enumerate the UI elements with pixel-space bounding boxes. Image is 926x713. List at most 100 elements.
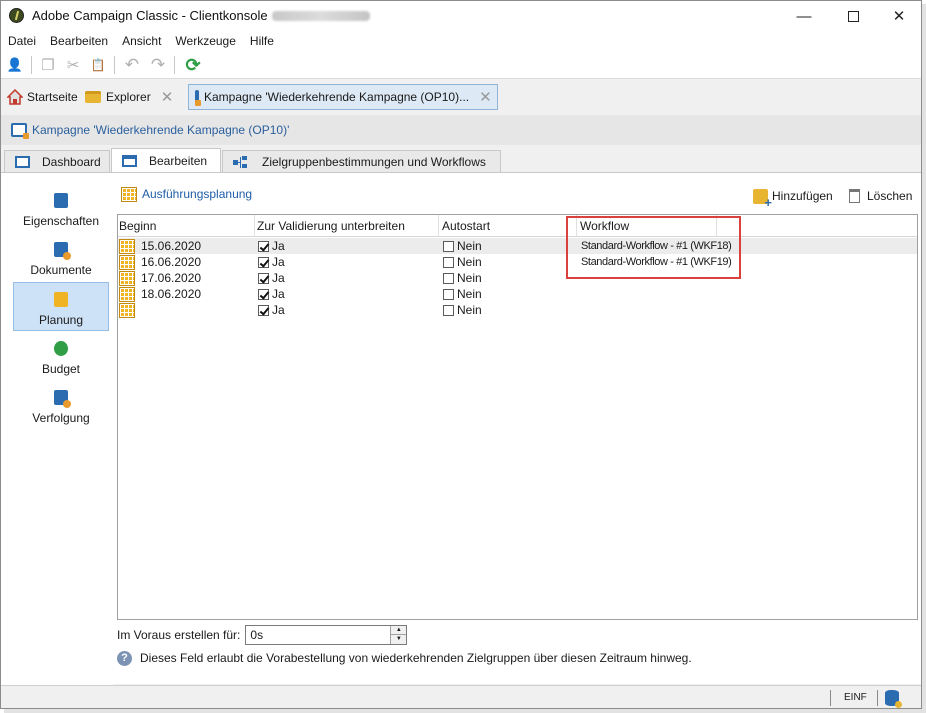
- workflow-highlight-box: [566, 216, 741, 279]
- redo-icon[interactable]: ↷: [148, 55, 168, 75]
- cut-icon[interactable]: ✂: [63, 55, 83, 75]
- help-hint: ? Dieses Feld erlaubt die Vorabestellung…: [117, 649, 692, 667]
- menu-bar: Datei Bearbeiten Ansicht Werkzeuge Hilfe: [1, 31, 921, 51]
- tab-explorer[interactable]: Explorer ✕: [85, 84, 173, 110]
- autostart-cell: Nein: [443, 239, 482, 253]
- start-cell: 17.06.2020: [119, 270, 201, 286]
- workflow-tree-icon: [233, 155, 248, 168]
- tab-targeting-workflows[interactable]: Zielgruppenbestimmungen und Workflows: [222, 150, 501, 172]
- new-user-icon[interactable]: 👤: [5, 55, 25, 75]
- column-divider: [254, 215, 255, 237]
- column-header-validation[interactable]: Zur Validierung unterbreiten: [257, 219, 405, 233]
- calendar-icon: [119, 270, 135, 286]
- tab-edit[interactable]: Bearbeiten: [111, 148, 221, 172]
- undo-icon[interactable]: ↶: [122, 55, 142, 75]
- title-bar: Adobe Campaign Classic - Clientkonsole —…: [1, 1, 921, 31]
- autostart-cell: Nein: [443, 271, 482, 285]
- window-shadow: [4, 709, 926, 713]
- panel-header: Ausführungsplanung: [121, 183, 252, 205]
- column-header-start[interactable]: Beginn: [119, 219, 156, 233]
- close-tab-icon[interactable]: ✕: [161, 88, 174, 106]
- autostart-value: Nein: [457, 287, 482, 301]
- paste-icon[interactable]: 📋: [88, 55, 108, 75]
- minimize-button[interactable]: —: [781, 1, 827, 31]
- delete-button[interactable]: Löschen: [849, 187, 912, 205]
- calendar-icon: [119, 286, 135, 302]
- nav-planning[interactable]: Planung: [13, 282, 109, 331]
- spin-up-icon[interactable]: ▲: [391, 626, 407, 635]
- advance-creation-row: Im Voraus erstellen für: 0s ▲ ▼: [117, 625, 408, 645]
- validation-checkbox[interactable]: [258, 272, 269, 284]
- start-cell: 15.06.2020: [119, 238, 201, 254]
- calendar-icon: [119, 302, 135, 318]
- menu-edit[interactable]: Bearbeiten: [50, 31, 108, 51]
- subtabs: Dashboard Bearbeiten Zielgruppenbestimmu…: [1, 148, 921, 172]
- menu-tools[interactable]: Werkzeuge: [175, 31, 235, 51]
- menu-help[interactable]: Hilfe: [250, 31, 274, 51]
- table-row[interactable]: 15.06.2020 Ja Nein Standard-Workflow - #…: [118, 238, 917, 254]
- trash-icon: [849, 189, 860, 203]
- spin-down-icon[interactable]: ▼: [391, 635, 407, 644]
- tab-campaign-label: Kampagne 'Wiederkehrende Kampagne (OP10)…: [204, 90, 470, 104]
- window-title: Adobe Campaign Classic - Clientkonsole: [32, 8, 370, 23]
- nav-properties[interactable]: Eigenschaften: [13, 185, 109, 231]
- start-date: 16.06.2020: [141, 255, 202, 269]
- advance-duration-input[interactable]: 0s ▲ ▼: [245, 625, 408, 645]
- nav-documents[interactable]: Dokumente: [13, 234, 109, 280]
- autostart-checkbox[interactable]: [443, 272, 454, 284]
- content-area: Eigenschaften Dokumente Planung Budget V…: [1, 172, 921, 685]
- copy-icon[interactable]: ❐: [38, 55, 58, 75]
- maximize-button[interactable]: [830, 1, 876, 31]
- autostart-value: Nein: [457, 255, 482, 269]
- redacted-user-info: [271, 11, 370, 21]
- question-icon: ?: [117, 650, 132, 666]
- autostart-value: Nein: [457, 271, 482, 285]
- autostart-checkbox[interactable]: [443, 240, 454, 252]
- status-bar: EINF: [1, 685, 921, 708]
- breadcrumb-label: Kampagne 'Wiederkehrende Kampagne (OP10)…: [32, 123, 290, 137]
- tab-targeting-label: Zielgruppenbestimmungen und Workflows: [262, 154, 486, 169]
- nav-tracking[interactable]: Verfolgung: [13, 382, 109, 428]
- nav-budget[interactable]: Budget: [13, 333, 109, 379]
- autostart-checkbox[interactable]: [443, 288, 454, 300]
- start-cell: 18.06.2020: [119, 286, 201, 302]
- adobe-campaign-logo-icon: [9, 8, 24, 23]
- table-row[interactable]: Ja Nein: [118, 302, 917, 318]
- validation-checkbox[interactable]: [258, 304, 269, 316]
- close-window-button[interactable]: ✕: [876, 1, 921, 31]
- toolbar: 👤 ❐ ✂ 📋 ↶ ↷ ⟳: [1, 51, 921, 79]
- table-row[interactable]: 17.06.2020 Ja Nein: [118, 270, 917, 286]
- validation-checkbox[interactable]: [258, 240, 269, 252]
- app-window: Adobe Campaign Classic - Clientkonsole —…: [0, 0, 922, 709]
- refresh-icon[interactable]: ⟳: [183, 55, 203, 75]
- delete-button-label: Löschen: [867, 189, 913, 203]
- menu-file[interactable]: Datei: [8, 31, 36, 51]
- tab-dashboard[interactable]: Dashboard: [4, 150, 110, 172]
- validation-checkbox[interactable]: [258, 288, 269, 300]
- menu-view[interactable]: Ansicht: [122, 31, 161, 51]
- table-row[interactable]: 18.06.2020 Ja Nein: [118, 286, 917, 302]
- campaign-icon: [195, 90, 201, 106]
- close-tab-icon[interactable]: ✕: [479, 88, 492, 106]
- table-row[interactable]: 16.06.2020 Ja Nein Standard-Workflow - #…: [118, 254, 917, 270]
- schedule-grid[interactable]: Beginn Zur Validierung unterbreiten Auto…: [117, 214, 918, 620]
- database-icon: [885, 690, 902, 708]
- add-button[interactable]: Hinzufügen: [753, 187, 833, 210]
- autostart-checkbox[interactable]: [443, 256, 454, 268]
- tab-edit-label: Bearbeiten: [149, 153, 208, 168]
- calendar-icon: [121, 186, 137, 202]
- validation-cell: Ja: [258, 271, 285, 285]
- tab-campaign[interactable]: Kampagne 'Wiederkehrende Kampagne (OP10)…: [188, 84, 498, 110]
- validation-cell: Ja: [258, 287, 285, 301]
- column-header-autostart[interactable]: Autostart: [442, 219, 490, 233]
- tab-home[interactable]: Startseite: [7, 84, 78, 110]
- status-divider: [830, 690, 831, 706]
- autostart-cell: Nein: [443, 287, 482, 301]
- autostart-checkbox[interactable]: [443, 304, 454, 316]
- validation-checkbox[interactable]: [258, 256, 269, 268]
- column-divider: [438, 215, 439, 237]
- minimize-icon: —: [796, 7, 812, 25]
- nav-documents-label: Dokumente: [30, 263, 92, 277]
- nav-tracking-label: Verfolgung: [32, 411, 90, 425]
- validation-cell: Ja: [258, 255, 285, 269]
